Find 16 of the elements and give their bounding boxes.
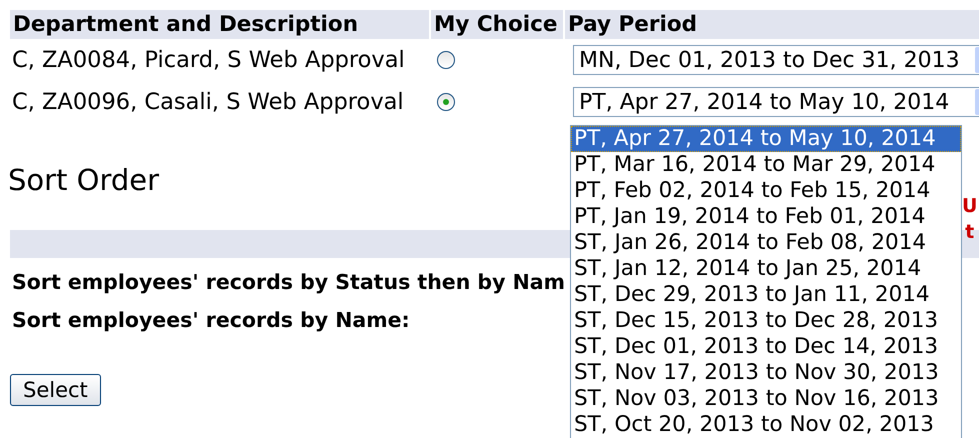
- column-header: Pay Period: [565, 10, 979, 39]
- note-text: U: [962, 194, 978, 219]
- column-header: Department and Description: [10, 10, 429, 39]
- dropdown-option[interactable]: PT, Apr 27, 2014 to May 10, 2014: [571, 126, 961, 152]
- pay-period-select[interactable]: MN, Dec 01, 2013 to Dec 31, 2013: [573, 45, 979, 75]
- pay-period-select[interactable]: PT, Apr 27, 2014 to May 10, 2014: [573, 87, 979, 117]
- select-button[interactable]: Select: [10, 374, 101, 406]
- note-text: t: [965, 220, 974, 245]
- sort-option-label: Sort employees' records by Name:: [12, 307, 410, 334]
- section-title: Sort Order: [8, 163, 160, 195]
- radio-button[interactable]: [437, 93, 455, 111]
- department-cell-text: C, ZA0084, Picard, S Web Approval: [11, 46, 406, 75]
- sort-option-label: Sort employees' records by Status then by Nam: [12, 269, 565, 296]
- department-cell-text: C, ZA0096, Casali, S Web Approval: [11, 88, 405, 117]
- radio-button[interactable]: [437, 51, 455, 69]
- column-header: My Choice: [431, 10, 563, 39]
